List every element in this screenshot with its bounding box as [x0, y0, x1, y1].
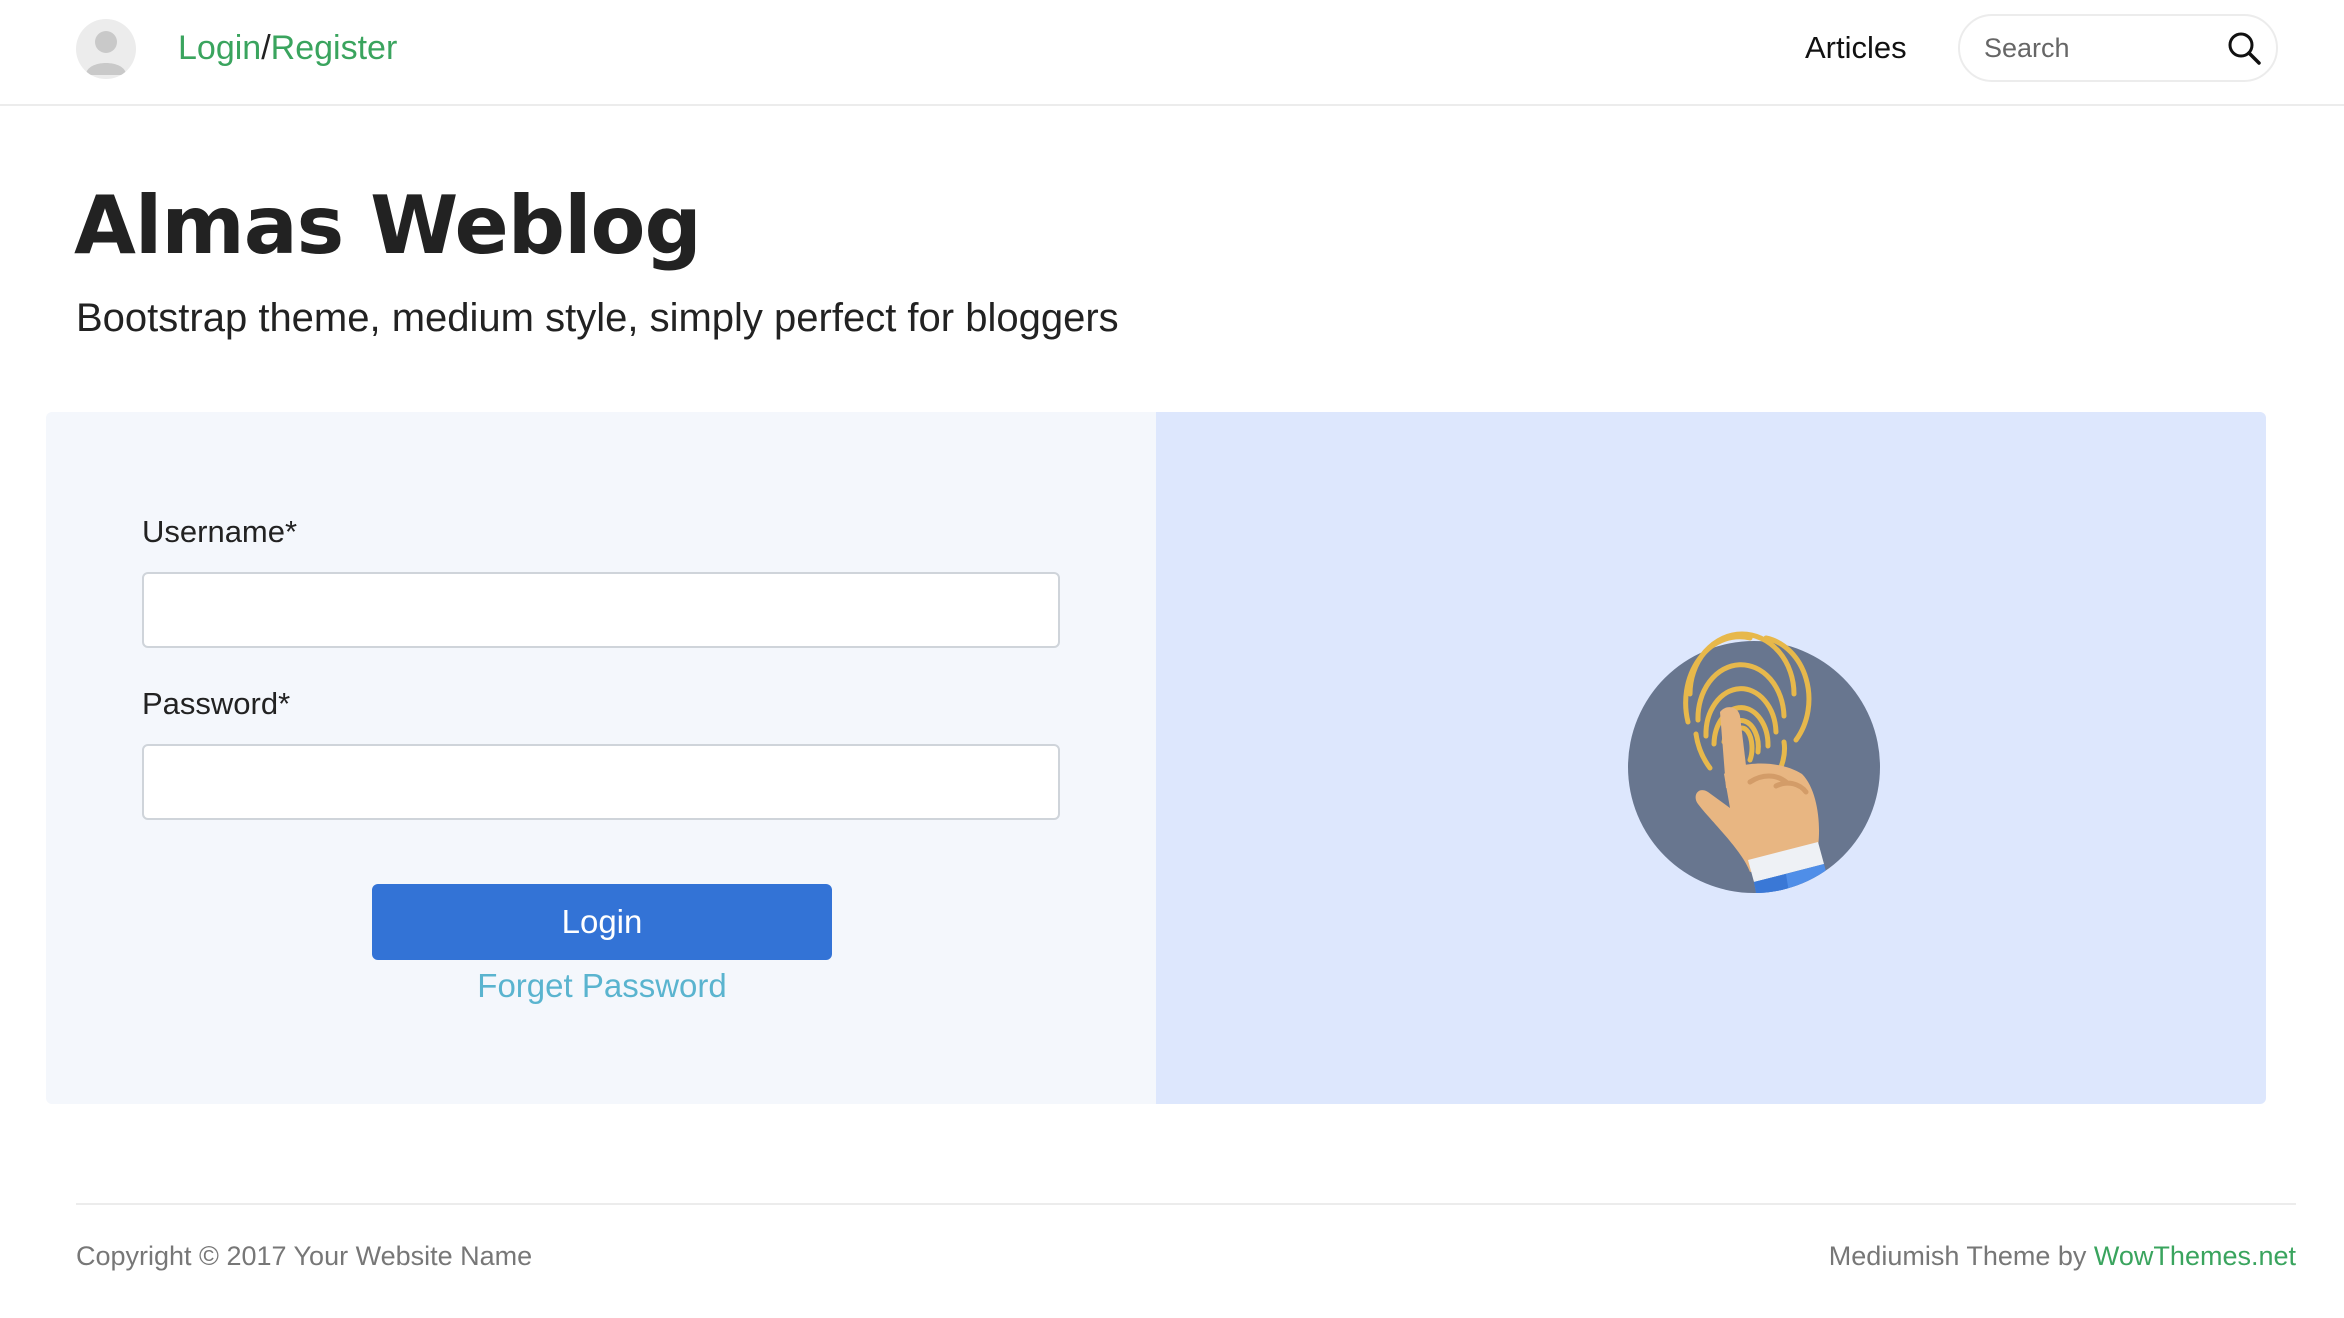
fingerprint-touch-icon — [1626, 624, 1896, 894]
search-input[interactable] — [1984, 28, 2214, 68]
illustration-panel — [1156, 412, 2266, 1104]
wowthemes-link[interactable]: WowThemes.net — [2094, 1241, 2296, 1271]
password-label: Password* — [142, 686, 291, 721]
footer-divider — [76, 1203, 2296, 1205]
navbar: Login/Register Articles — [0, 0, 2344, 106]
login-card: Username* Password* Login Forget Passwor… — [46, 412, 2266, 1104]
nav-articles-link[interactable]: Articles — [1805, 28, 1907, 68]
password-field[interactable] — [142, 744, 1060, 820]
login-link[interactable]: Login — [178, 29, 261, 67]
search-box — [1958, 14, 2278, 82]
copyright-text: Copyright © 2017 Your Website Name — [76, 1241, 533, 1271]
search-icon[interactable] — [2226, 30, 2262, 66]
site-title: Almas Weblog — [74, 179, 702, 272]
forget-password-link[interactable]: Forget Password — [372, 964, 832, 1008]
auth-separator: / — [261, 29, 271, 67]
theme-credit-prefix: Mediumish Theme by — [1828, 1241, 2087, 1271]
register-link[interactable]: Register — [271, 29, 398, 67]
username-field[interactable] — [142, 572, 1060, 648]
login-button[interactable]: Login — [372, 884, 832, 960]
login-form-panel: Username* Password* Login Forget Passwor… — [46, 412, 1156, 1104]
username-label: Username* — [142, 514, 298, 549]
theme-credit: Mediumish Theme by WowThemes.net — [1829, 1238, 2296, 1274]
auth-links: Login/Register — [178, 26, 397, 70]
site-subtitle: Bootstrap theme, medium style, simply pe… — [76, 296, 1119, 340]
user-avatar-icon[interactable] — [76, 19, 136, 79]
